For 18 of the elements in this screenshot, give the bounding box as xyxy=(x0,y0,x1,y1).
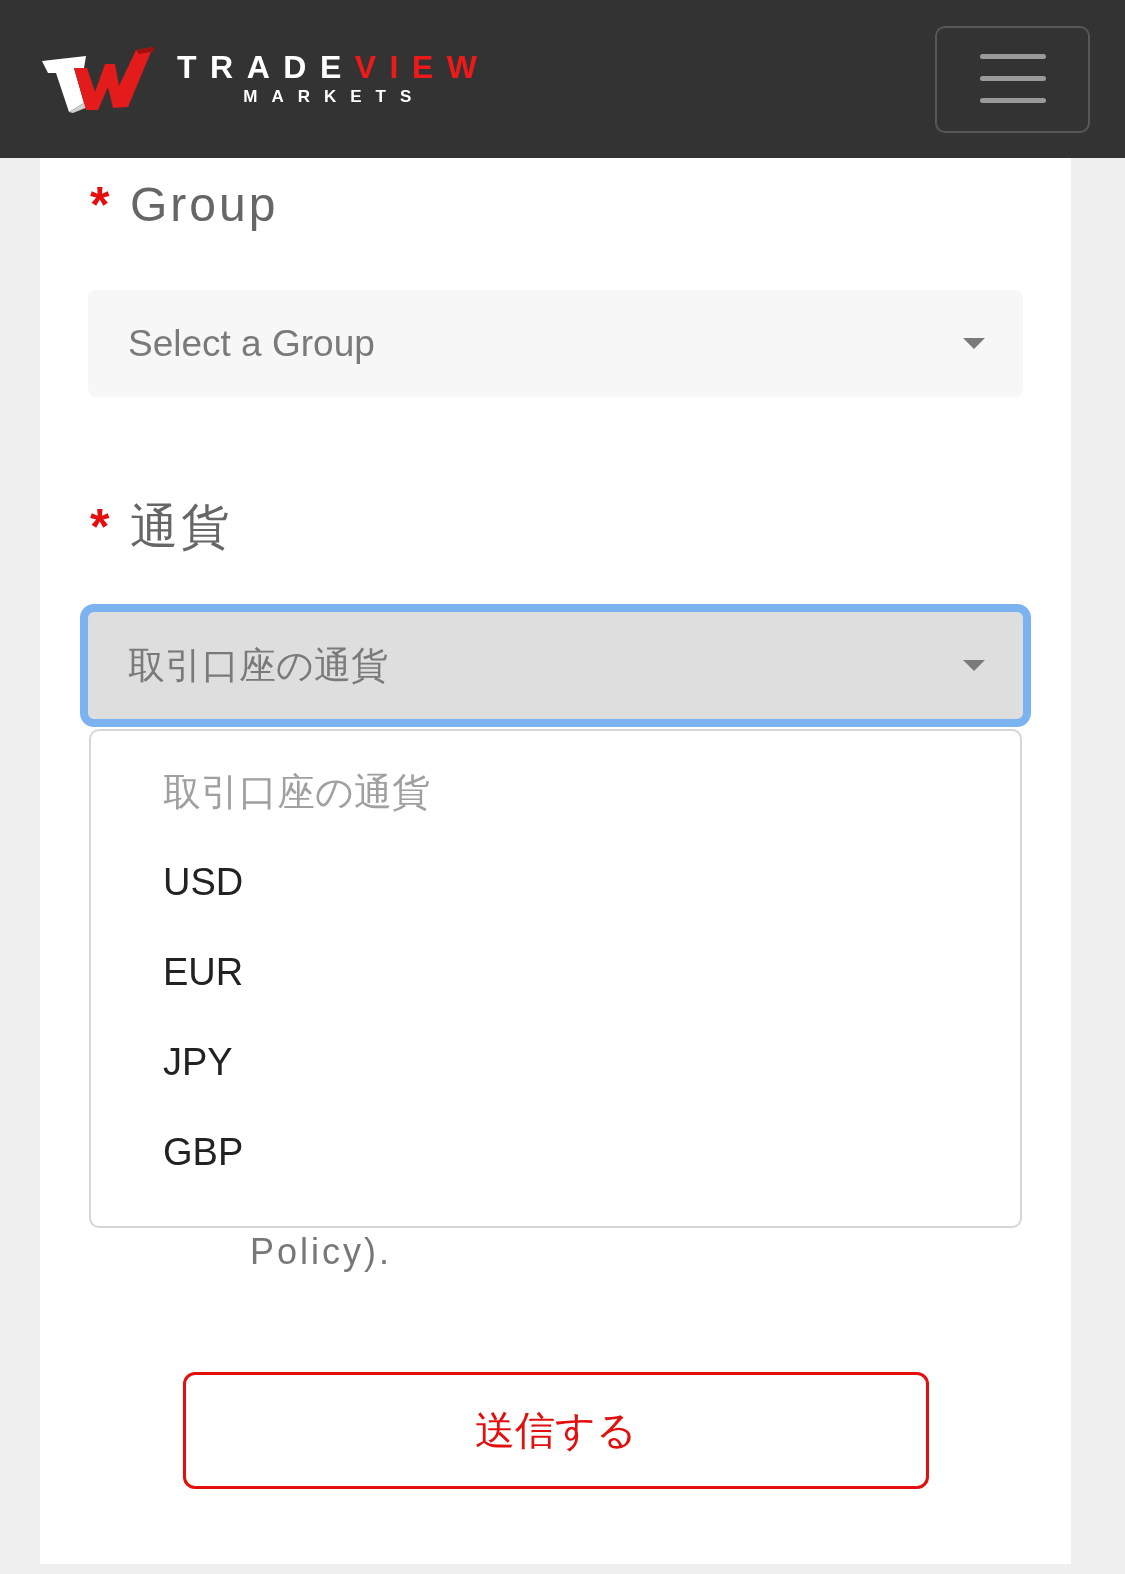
menu-icon xyxy=(979,54,1046,104)
brand-name: TRADE VIEW xyxy=(177,53,491,80)
brand-subtitle: MARKETS xyxy=(243,88,426,105)
dropdown-option[interactable]: EUR xyxy=(91,927,1020,1017)
required-mark: * xyxy=(89,176,111,234)
menu-button[interactable] xyxy=(935,25,1090,133)
select-field[interactable]: Select a Group xyxy=(88,290,1023,397)
dropdown-option[interactable]: JPY xyxy=(91,1017,1020,1107)
caret-icon xyxy=(963,338,985,349)
body-text: Policy). xyxy=(250,1231,393,1272)
field-label: Group xyxy=(130,177,279,233)
caret-icon xyxy=(963,660,985,671)
required-mark: * xyxy=(89,498,111,556)
logo-icon xyxy=(42,45,155,113)
submit-button[interactable]: 送信する xyxy=(182,1372,929,1489)
field-label: 通貨 xyxy=(130,499,232,555)
dropdown-option[interactable]: USD xyxy=(91,837,1020,927)
dropdown-option[interactable]: GBP xyxy=(91,1107,1020,1197)
